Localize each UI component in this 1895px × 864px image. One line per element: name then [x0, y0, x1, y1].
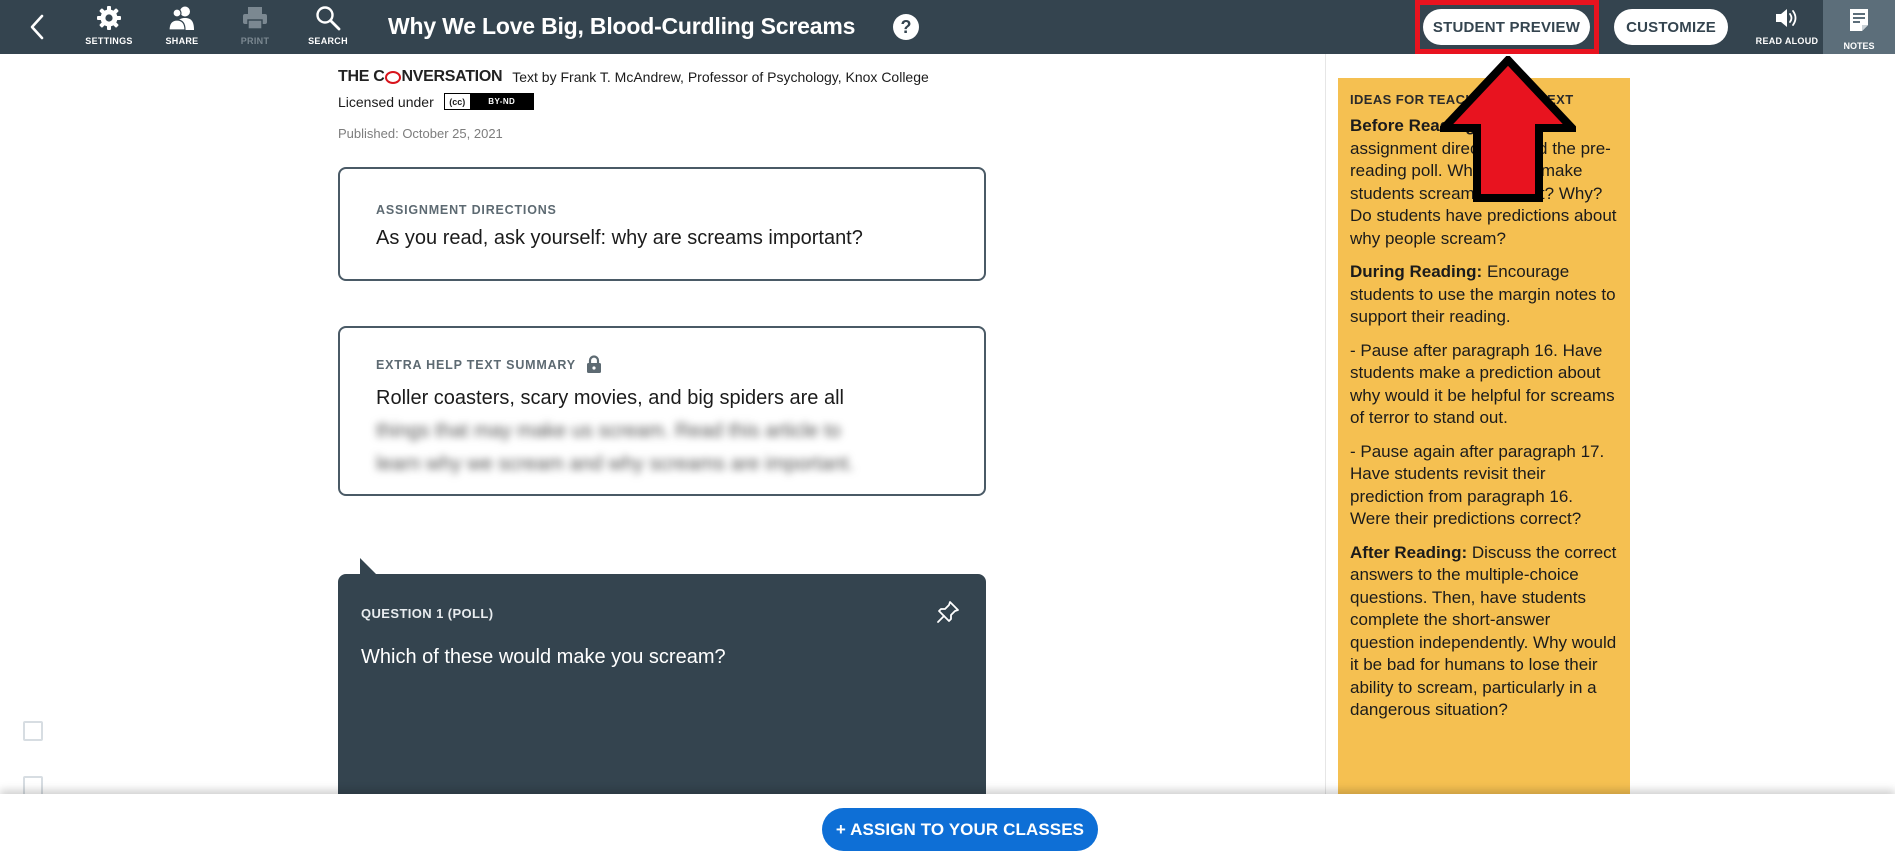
notes-button[interactable]: NOTES — [1823, 0, 1895, 54]
question-label: QUESTION 1 (POLL) — [361, 606, 494, 621]
after-reading-tip: After Reading: Discuss the correct answe… — [1350, 542, 1618, 722]
source-line: THE C NVERSATION Text by Frank T. McAndre… — [338, 68, 929, 86]
checkbox[interactable] — [23, 721, 43, 741]
summary-line-1: Roller coasters, scary movies, and big s… — [376, 387, 844, 409]
users-icon — [168, 4, 196, 32]
assign-to-classes-button[interactable]: + ASSIGN TO YOUR CLASSES — [822, 808, 1098, 851]
logo-ring-icon — [385, 70, 402, 84]
during-reading-label: During Reading: — [1350, 262, 1483, 281]
extra-help-label-row: EXTRA HELP TEXT SUMMARY — [376, 355, 948, 374]
checkbox[interactable] — [23, 776, 43, 796]
search-button[interactable]: SEARCH — [296, 4, 360, 50]
logo-text-post: NVERSATION — [401, 68, 503, 85]
after-reading-label: After Reading: — [1350, 542, 1468, 562]
extra-help-summary-card: EXTRA HELP TEXT SUMMARY Roller coasters,… — [338, 326, 986, 496]
question-card: QUESTION 1 (POLL) Which of these would m… — [338, 574, 986, 804]
pause-tip-2: - Pause again after paragraph 17. Have s… — [1350, 441, 1605, 529]
license-label: Licensed under — [338, 93, 434, 110]
question-pointer — [360, 558, 376, 574]
summary-line-2: things that may make us scream. Read thi… — [376, 420, 841, 442]
printer-icon — [241, 4, 269, 32]
license-line: Licensed under (cc) BY-ND — [338, 93, 534, 110]
question-text: Which of these would make you scream? — [361, 646, 726, 668]
search-icon — [314, 4, 342, 32]
assignment-directions-text: As you read, ask yourself: why are screa… — [376, 227, 863, 249]
extra-help-label: EXTRA HELP TEXT SUMMARY — [376, 357, 576, 372]
pin-button[interactable] — [936, 600, 960, 629]
notes-icon — [1848, 8, 1870, 37]
student-preview-button[interactable]: STUDENT PREVIEW — [1423, 9, 1590, 45]
top-toolbar: SETTINGS SHARE PRINT SEARCH Why We Love … — [0, 0, 1895, 54]
customize-button[interactable]: CUSTOMIZE — [1614, 9, 1728, 45]
bottom-action-bar: + ASSIGN TO YOUR CLASSES — [0, 794, 1895, 864]
cc-icon: (cc) — [444, 94, 471, 109]
summary-line-3: learn why we scream and why screams are … — [376, 453, 854, 475]
speaker-icon — [1773, 4, 1801, 32]
published-date: Published: October 25, 2021 — [338, 126, 503, 141]
share-button[interactable]: SHARE — [150, 4, 214, 50]
gear-icon — [95, 4, 123, 32]
pause-tip-1: - Pause after paragraph 16. Have student… — [1350, 340, 1615, 428]
print-label: PRINT — [240, 36, 270, 46]
the-conversation-logo[interactable]: THE C NVERSATION — [338, 68, 503, 86]
notes-label: NOTES — [1843, 41, 1875, 51]
during-reading-tip: During Reading: Encourage students to us… — [1350, 261, 1618, 329]
page-title: Why We Love Big, Blood-Curdling Screams — [388, 13, 856, 39]
extra-help-summary-text: Roller coasters, scary movies, and big s… — [376, 382, 948, 481]
search-label: SEARCH — [308, 36, 348, 46]
after-reading-text: Discuss the correct answers to the multi… — [1350, 542, 1617, 720]
red-arrow-up-icon — [1440, 56, 1576, 202]
author-credit: Text by Frank T. McAndrew, Professor of … — [512, 69, 929, 85]
assignment-directions-card: ASSIGNMENT DIRECTIONS As you read, ask y… — [338, 167, 986, 281]
cc-license-type: BY-ND — [470, 94, 533, 109]
help-button[interactable]: ? — [893, 14, 919, 40]
settings-label: SETTINGS — [85, 36, 133, 46]
assignment-directions-label: ASSIGNMENT DIRECTIONS — [376, 203, 557, 217]
read-aloud-label: READ ALOUD — [1755, 36, 1819, 46]
lock-icon — [586, 355, 602, 374]
poll-option-label: a roller coaster — [56, 720, 182, 741]
read-aloud-button[interactable]: READ ALOUD — [1752, 4, 1822, 50]
app-root: SETTINGS SHARE PRINT SEARCH Why We Love … — [0, 0, 1895, 864]
logo-text-pre: THE C — [338, 68, 385, 85]
settings-button[interactable]: SETTINGS — [77, 4, 141, 50]
cc-license-badge[interactable]: (cc) BY-ND — [443, 93, 534, 110]
poll-option[interactable]: a roller coaster — [23, 720, 182, 742]
share-label: SHARE — [165, 36, 199, 46]
pin-icon — [937, 601, 959, 623]
chevron-left-icon — [30, 14, 44, 40]
back-button[interactable] — [22, 12, 52, 42]
print-button[interactable]: PRINT — [223, 4, 287, 50]
